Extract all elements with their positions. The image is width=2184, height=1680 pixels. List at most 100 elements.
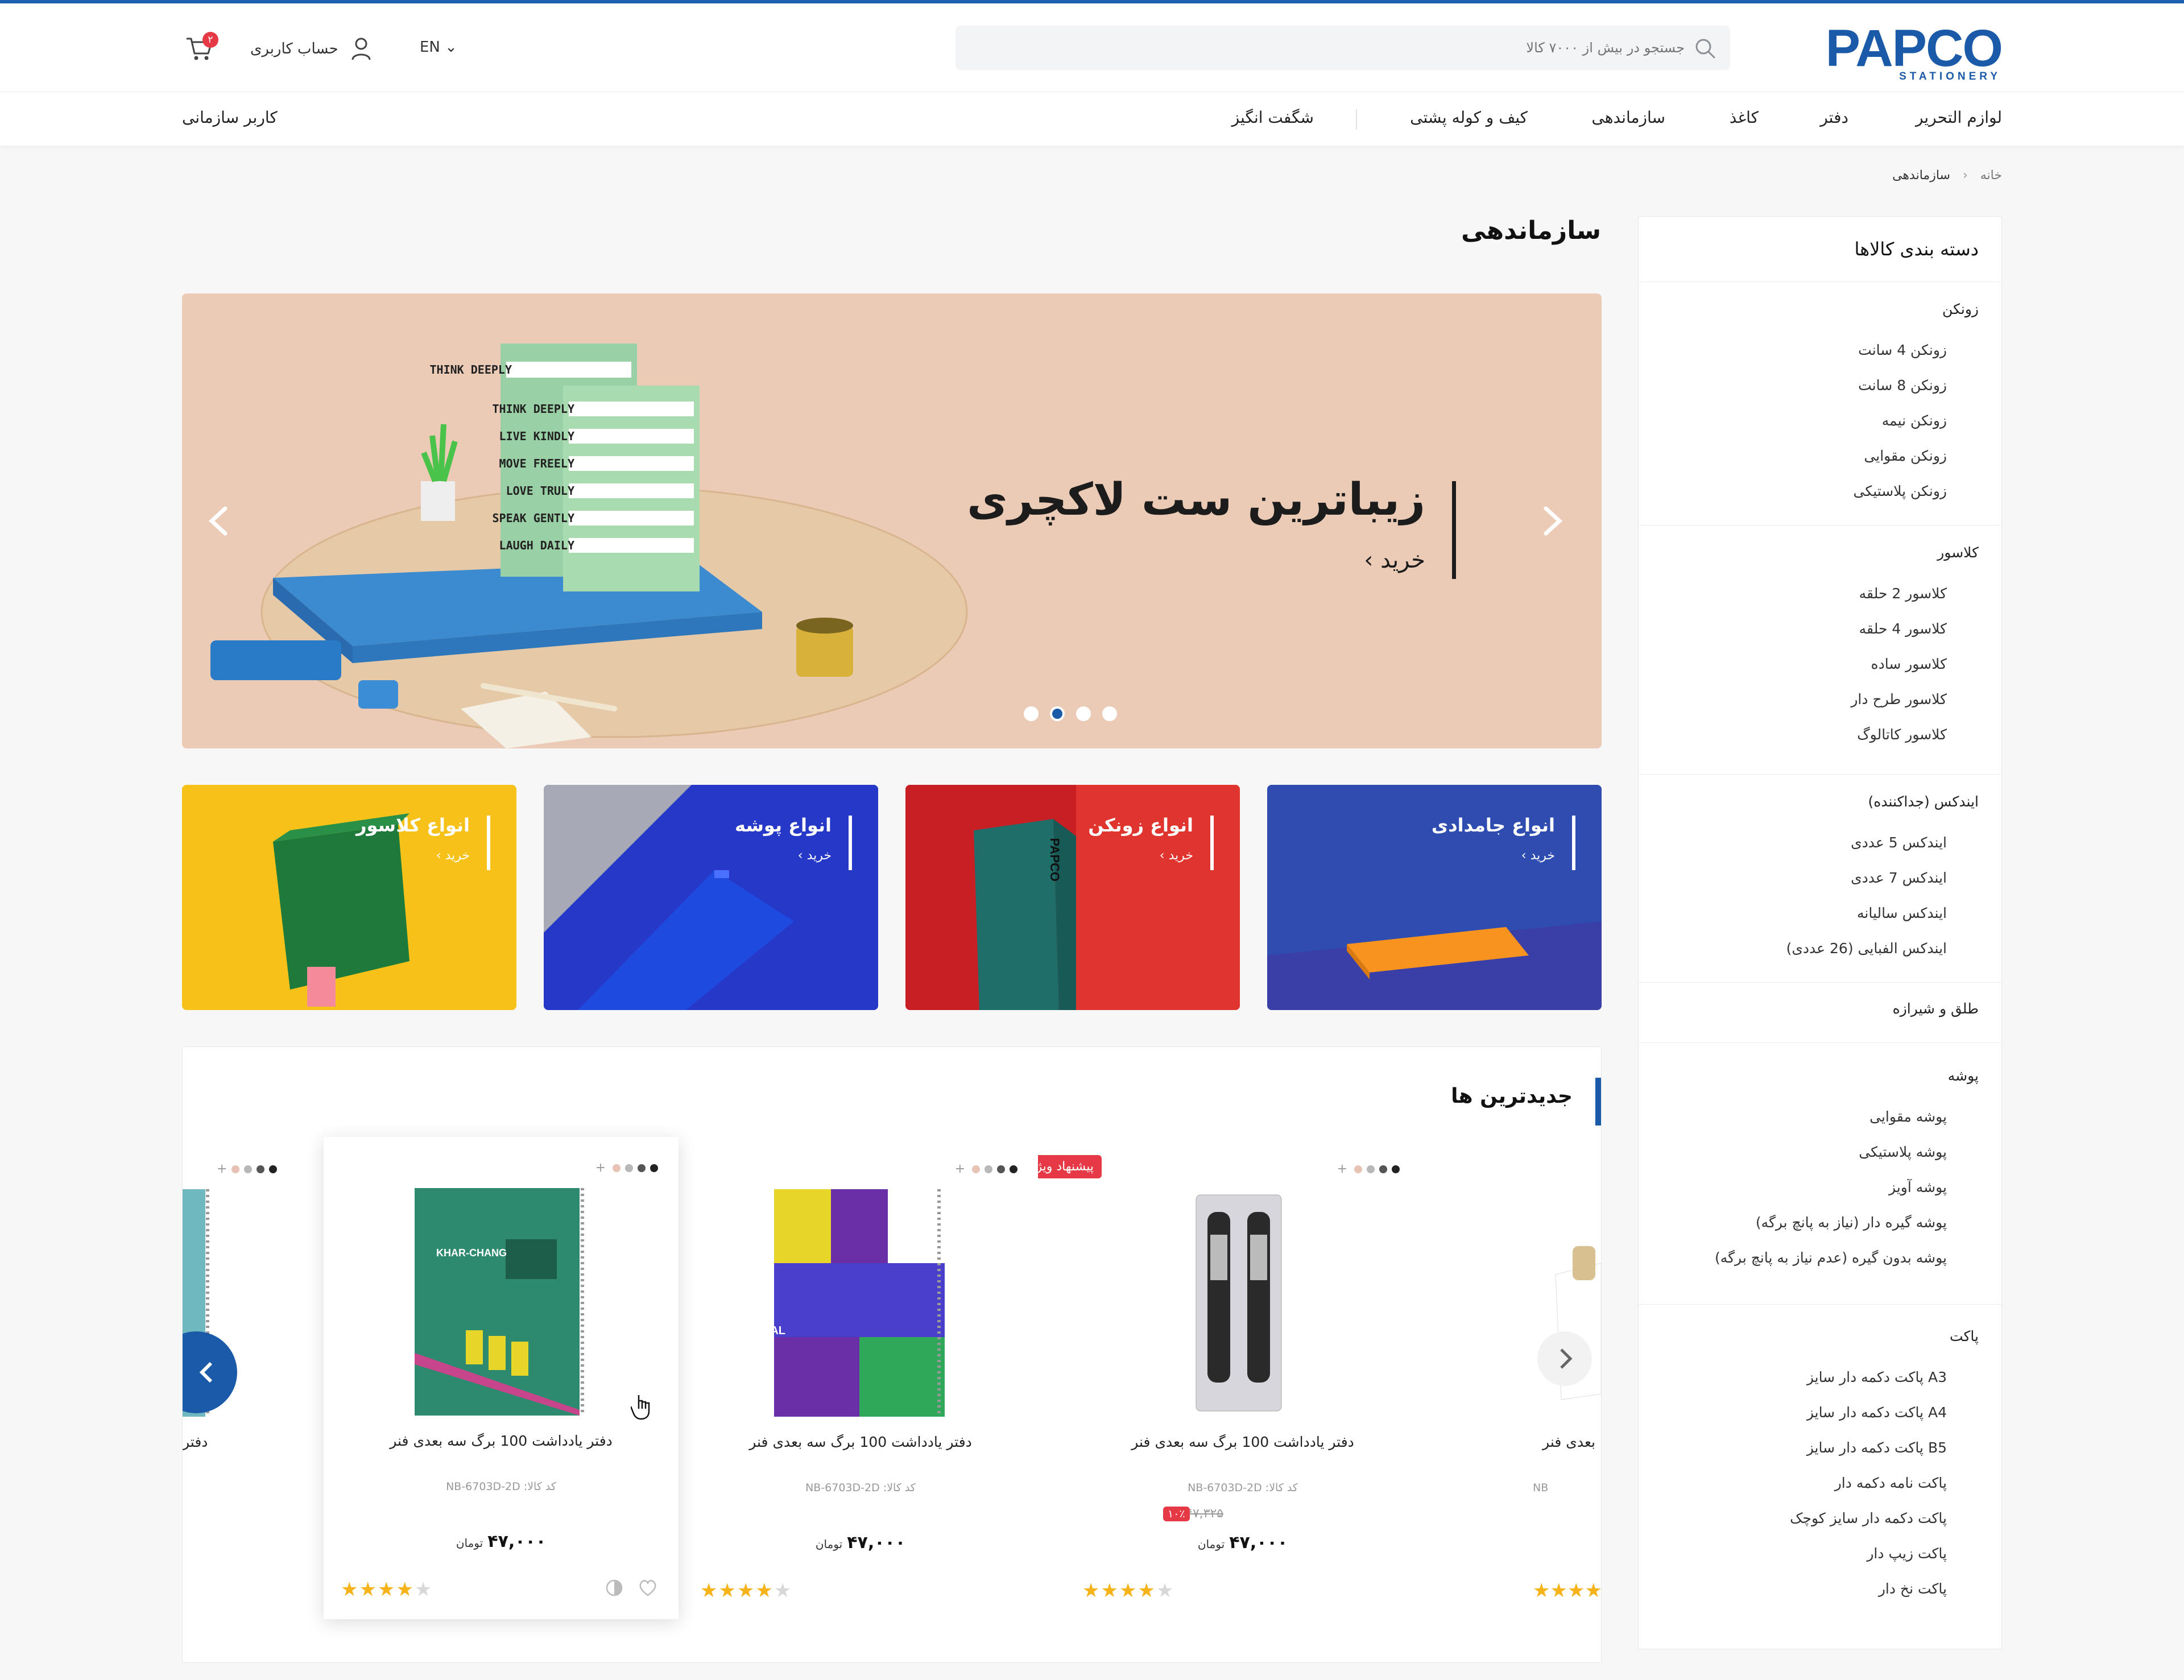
eraser <box>358 680 398 709</box>
sidebar-item[interactable]: A4 پاکت دکمه دار سایز <box>1807 1404 1947 1421</box>
product-name[interactable]: دفتر یادداشت 100 برگ سه بعدی فنر <box>324 1433 679 1449</box>
sidebar-item[interactable]: کلاسور طرح دار <box>1851 691 1947 707</box>
user-icon <box>351 38 371 60</box>
sidebar-item[interactable]: کلاسور کاتالوگ <box>1857 726 1947 743</box>
sidebar-item[interactable]: ایندکس 7 عددی <box>1851 870 1947 886</box>
nav-item-notebook[interactable]: دفتر <box>1820 108 1848 127</box>
sidebar-item[interactable]: B5 پاکت دکمه دار سایز <box>1807 1439 1947 1456</box>
slider-dot[interactable] <box>1024 706 1039 721</box>
sidebar-item[interactable]: پاکت دکمه دار سایز کوچک <box>1790 1510 1947 1526</box>
tile-title: انواع جامدادی <box>1431 814 1555 836</box>
heart-icon[interactable] <box>638 1578 658 1598</box>
hero-slider[interactable]: THINK DEEPLY THINK DEEPLY LIVE KINDLY MO… <box>182 293 1602 748</box>
language-switch[interactable]: EN ⌄ <box>420 39 457 56</box>
rating-stars: ★★★★★ <box>1082 1579 1175 1602</box>
sidebar-item[interactable]: ایندکس الفبایی (26 عددی) <box>1786 940 1947 957</box>
sidebar-item[interactable]: کلاسور 4 حلقه <box>1859 620 1947 637</box>
svg-text:LIVE KINDLY: LIVE KINDLY <box>499 429 574 443</box>
carousel-next-button[interactable] <box>1537 1331 1592 1386</box>
sidebar-group-zoncan[interactable]: زونکن <box>1942 301 1979 317</box>
sidebar-item[interactable]: پوشه پلاستیکی <box>1859 1144 1947 1160</box>
sidebar-item[interactable]: پاکت زیپ دار <box>1867 1545 1947 1562</box>
sidebar-item[interactable]: زونکن پلاستیکی <box>1854 483 1947 499</box>
tile-title: انواع پوشه <box>735 814 832 836</box>
svg-text:SPEAK GENTLY: SPEAK GENTLY <box>493 511 575 525</box>
sidebar-item[interactable]: پاکت نامه دکمه دار <box>1835 1475 1947 1491</box>
nav-item-organizing[interactable]: سازماندهی <box>1591 108 1665 127</box>
hero-title: زیباترین ست لاکچری <box>967 474 1425 525</box>
discount-badge: ۱۰٪ <box>1163 1507 1190 1521</box>
nav-item-paper[interactable]: کاغذ <box>1730 108 1759 127</box>
nav-item-stationery[interactable]: لوازم التحریر <box>1916 108 2002 127</box>
tile-accent-bar <box>487 816 490 870</box>
slider-dot[interactable] <box>1102 706 1117 721</box>
svg-text:LAUGH DAILY: LAUGH DAILY <box>499 539 574 552</box>
nav-item-amazing-offers[interactable]: شگفت انگیز <box>1232 108 1314 127</box>
product-card[interactable]: + پیشنهاد ویژه دفتر یادداشت 100 برگ سه ب… <box>1021 1138 1420 1620</box>
color-swatches[interactable]: + <box>595 1161 658 1175</box>
account-link[interactable]: حساب کاربری <box>250 33 371 65</box>
tile-title: انواع زونکن <box>1088 814 1193 836</box>
tile-buy-link[interactable]: خرید › <box>798 849 832 863</box>
sidebar-item[interactable]: A3 پاکت دکمه دار سایز <box>1807 1369 1947 1385</box>
search-input[interactable] <box>1002 26 1685 70</box>
sidebar-group-classor[interactable]: کلاسور <box>1937 544 1979 561</box>
carousel-prev-button[interactable] <box>183 1331 237 1413</box>
compare-icon[interactable] <box>605 1578 624 1598</box>
product-card[interactable]: + ASYMMETRICAL دفتر یادداشت 100 برگ سه ب… <box>683 1138 1038 1620</box>
sidebar-item[interactable]: کلاسور ساده <box>1871 656 1947 672</box>
divider <box>1639 1042 2001 1043</box>
sidebar-item[interactable]: زونکن 8 سانت <box>1858 377 1947 394</box>
hero-buy-link[interactable]: خرید › <box>1364 547 1425 573</box>
search-box[interactable] <box>956 26 1730 70</box>
sidebar-item[interactable]: زونکن نیمه <box>1882 412 1947 429</box>
chevron-right-icon <box>1560 1348 1573 1369</box>
slider-dots <box>1024 706 1117 721</box>
sidebar-item[interactable]: پاکت نخ دار <box>1879 1580 1947 1597</box>
sidebar-item[interactable]: زونکن 4 سانت <box>1858 342 1947 358</box>
sidebar-group-envelope[interactable]: پاکت <box>1950 1328 1979 1344</box>
hand-cursor-icon <box>631 1395 650 1420</box>
tile-buy-link[interactable]: خرید › <box>436 849 470 863</box>
page-title: سازماندهی <box>1461 216 1601 245</box>
tile-folder[interactable]: انواع پوشه خرید › <box>544 785 878 1010</box>
tile-buy-link[interactable]: خرید › <box>1521 849 1555 863</box>
color-swatches[interactable]: + <box>1337 1162 1400 1176</box>
product-code: کد کالا: NB-6703D-2D <box>446 1480 556 1493</box>
sidebar-item[interactable]: ایندکس 5 عددی <box>1851 834 1947 851</box>
breadcrumb-home[interactable]: خانه <box>1980 168 2002 183</box>
product-name: دفتر <box>183 1434 208 1450</box>
product-name[interactable]: دفتر یادداشت 100 برگ سه بعدی فنر <box>683 1434 1038 1450</box>
color-swatches[interactable]: + <box>217 1162 278 1176</box>
sidebar-item[interactable]: پوشه بدون گیره (عدم نیاز به پانچ برگه) <box>1715 1249 1947 1266</box>
nav-item-org-user[interactable]: کاربر سازمانی <box>182 108 278 127</box>
main-nav: لوازم التحریر دفتر کاغذ سازماندهی کیف و … <box>0 92 2184 146</box>
tile-classor[interactable]: انواع کلاسور خرید › <box>182 785 516 1010</box>
sidebar-group-folder[interactable]: پوشه <box>1948 1067 1979 1084</box>
sidebar-item[interactable]: پوشه گیره دار (نیاز به پانچ برگه) <box>1756 1214 1947 1231</box>
sidebar-title: دسته بندی کالاها <box>1854 238 1979 260</box>
sidebar-item[interactable]: پوشه آویز <box>1889 1179 1947 1195</box>
sidebar-group-index[interactable]: ایندکس (جداکننده) <box>1868 793 1979 810</box>
sidebar-item[interactable]: کلاسور 2 حلقه <box>1859 585 1947 602</box>
tile-buy-link[interactable]: خرید › <box>1160 849 1193 863</box>
papco-logo[interactable]: PAPCO STATIONERY <box>1826 22 2003 82</box>
nav-item-bags[interactable]: کیف و کوله پشتی <box>1410 108 1528 127</box>
sidebar-item[interactable]: زونکن مقوایی <box>1864 448 1947 464</box>
slider-dot-active[interactable] <box>1050 706 1065 721</box>
tile-pencil-case[interactable]: انواع جامدادی خرید › <box>1267 785 1602 1010</box>
logo-tagline: STATIONERY <box>1899 71 2001 82</box>
cart-button[interactable]: ۲ <box>182 32 218 64</box>
slider-dot[interactable] <box>1076 706 1091 721</box>
chevron-right-icon[interactable] <box>1539 504 1567 538</box>
color-swatches[interactable]: + <box>955 1162 1017 1176</box>
pot <box>421 481 455 521</box>
chevron-left-icon[interactable] <box>205 504 233 538</box>
sidebar-item[interactable]: ایندکس سالیانه <box>1857 905 1947 921</box>
product-name[interactable]: دفتر یادداشت 100 برگ سه بعدی فنر <box>1065 1434 1420 1450</box>
sidebar-group-binding[interactable]: طلق و شیرازه <box>1893 1000 1979 1017</box>
sidebar-item[interactable]: پوشه مقوایی <box>1869 1108 1947 1125</box>
tile-zoncan[interactable]: PAPCO انواع زونکن خرید › <box>905 785 1240 1010</box>
product-card-highlighted[interactable]: + KHAR-CHANG دفتر یادداشت 100 برگ سه بعد… <box>324 1137 679 1619</box>
newest-products-section: جدیدترین ها بعدی فنر NB ★★★★★ + پیشنهاد … <box>182 1046 1602 1663</box>
